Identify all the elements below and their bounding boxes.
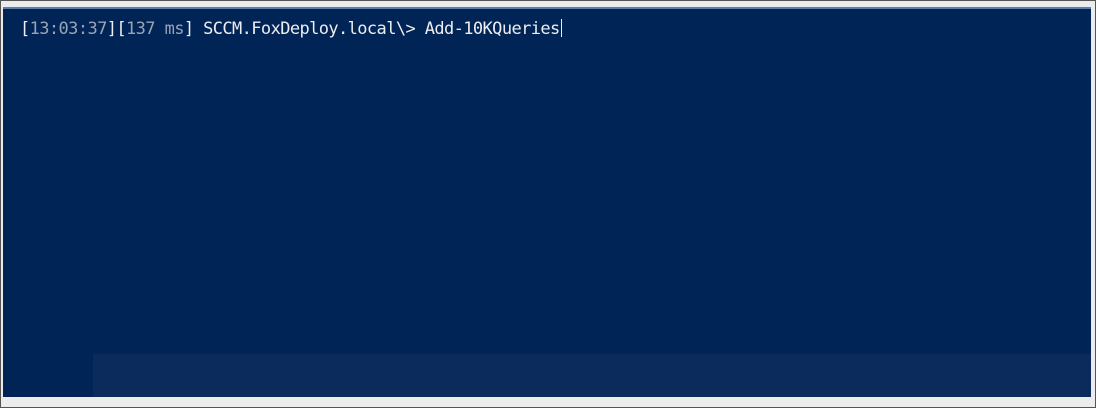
prompt-duration: 137 bbox=[126, 19, 156, 39]
prompt-duration-unit: ms bbox=[164, 19, 185, 39]
powershell-window: [13:03:37][137 ms] SCCM.FoxDeploy.local\… bbox=[0, 0, 1096, 408]
prompt-time: 13:03:37 bbox=[29, 19, 108, 39]
console-shading bbox=[93, 354, 1091, 397]
prompt-line: [13:03:37][137 ms] SCCM.FoxDeploy.local\… bbox=[20, 19, 562, 39]
command-input[interactable]: Add-10KQueries bbox=[425, 19, 560, 39]
console-area[interactable]: [13:03:37][137 ms] SCCM.FoxDeploy.local\… bbox=[3, 7, 1091, 397]
prompt-location: SCCM.FoxDeploy.local\> bbox=[203, 19, 416, 39]
text-cursor bbox=[560, 19, 562, 37]
